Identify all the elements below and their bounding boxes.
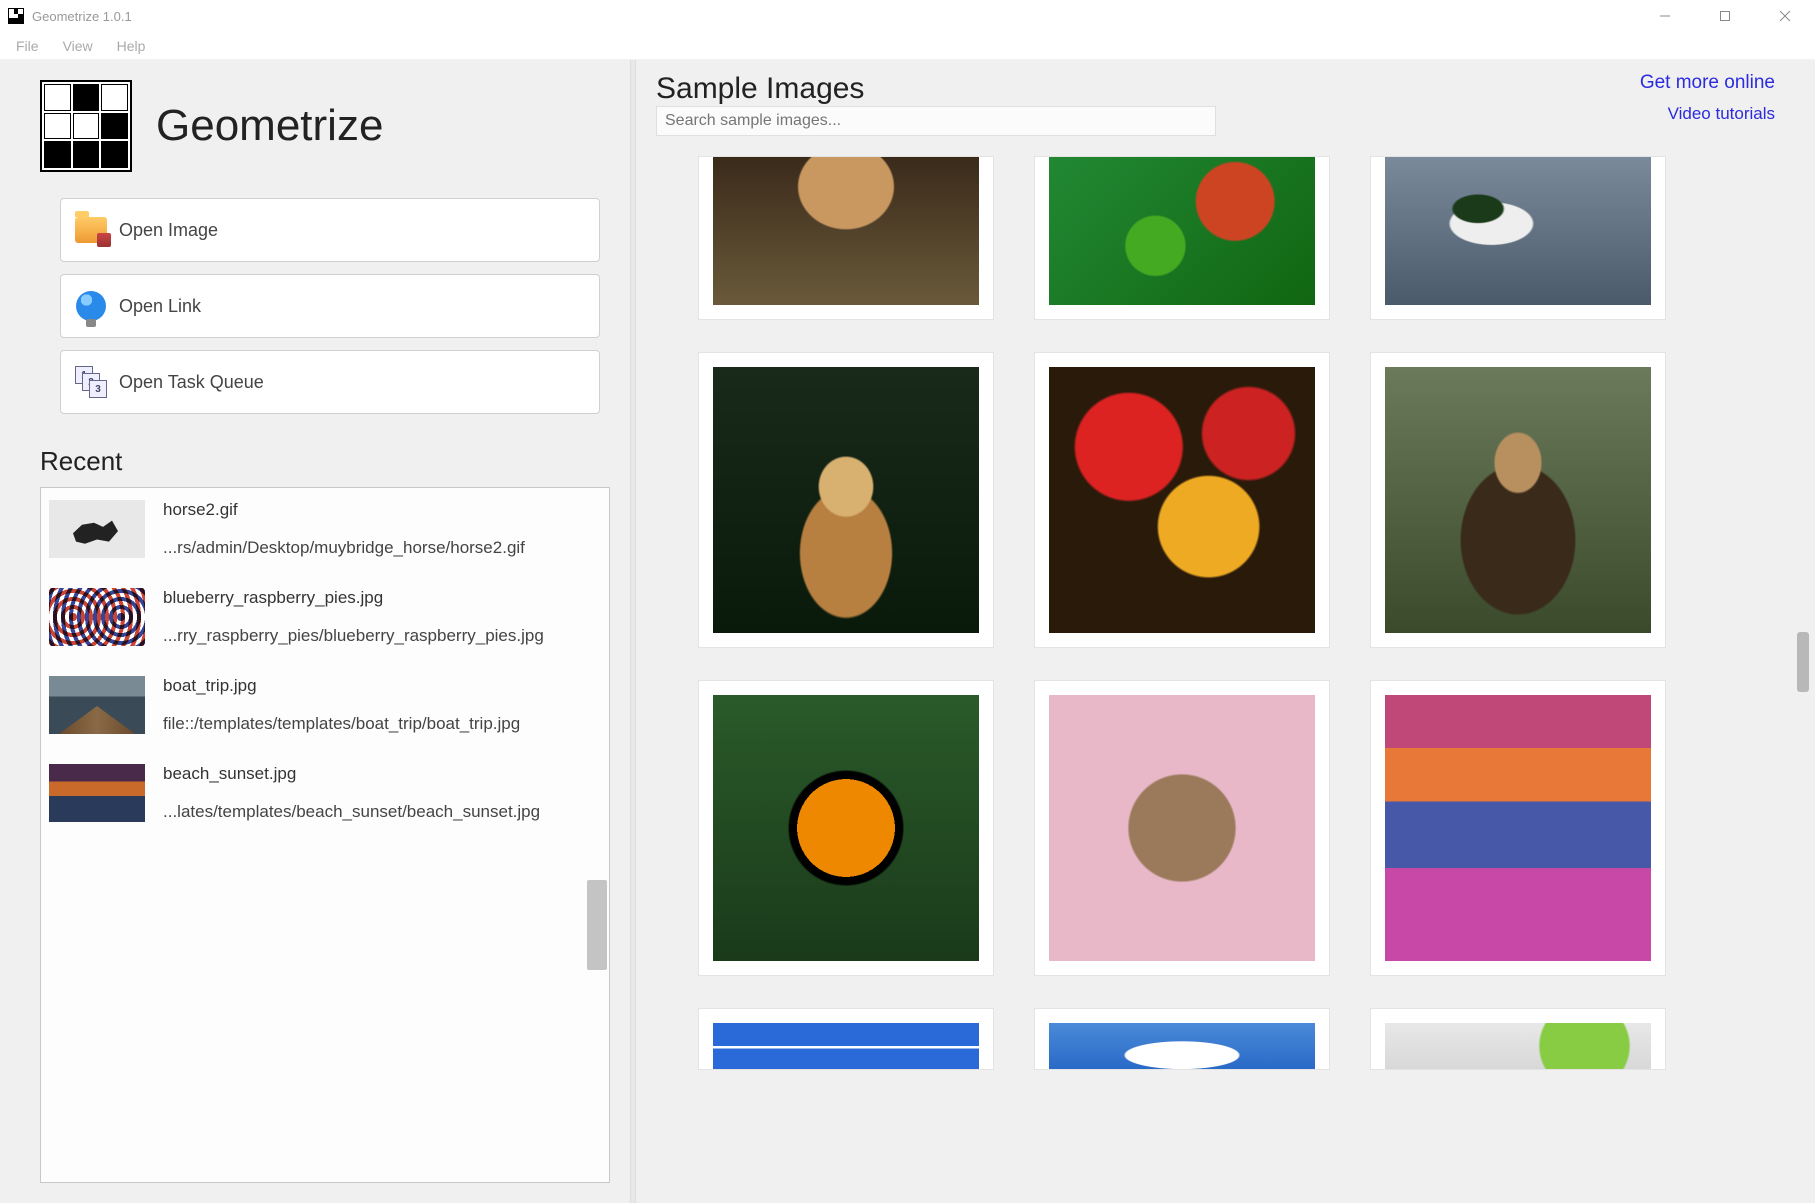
sample-thumbnail — [1385, 157, 1651, 305]
recent-item-name: boat_trip.jpg — [163, 676, 601, 696]
minimize-button[interactable] — [1635, 0, 1695, 32]
sample-thumbnail — [713, 1023, 979, 1069]
open-image-button[interactable]: Open Image — [60, 198, 600, 262]
recent-item[interactable]: blueberry_raspberry_pies.jpg ...rry_rasp… — [49, 588, 601, 646]
recent-item-path: ...rs/admin/Desktop/muybridge_horse/hors… — [163, 538, 601, 558]
menu-file[interactable]: File — [6, 34, 49, 58]
globe-icon — [73, 288, 109, 324]
sample-item[interactable] — [1034, 1008, 1330, 1070]
recent-item[interactable]: beach_sunset.jpg ...lates/templates/beac… — [49, 764, 601, 822]
sample-item[interactable] — [698, 156, 994, 320]
sample-thumbnail — [1049, 695, 1315, 961]
recent-item-name: blueberry_raspberry_pies.jpg — [163, 588, 601, 608]
recent-item-path: ...lates/templates/beach_sunset/beach_su… — [163, 802, 601, 822]
sample-item[interactable] — [1034, 156, 1330, 320]
menu-help[interactable]: Help — [107, 34, 156, 58]
queue-icon: 123 — [73, 364, 109, 400]
sample-item[interactable] — [1034, 680, 1330, 976]
open-link-button[interactable]: Open Link — [60, 274, 600, 338]
brand-logo-icon — [40, 80, 132, 172]
recent-item-path: file::/templates/templates/boat_trip/boa… — [163, 714, 601, 734]
sample-item[interactable] — [1034, 352, 1330, 648]
brand: Geometrize — [40, 80, 610, 172]
recent-item[interactable]: horse2.gif ...rs/admin/Desktop/muybridge… — [49, 500, 601, 558]
sample-item[interactable] — [1370, 1008, 1666, 1070]
sample-thumbnail — [1385, 695, 1651, 961]
sample-item[interactable] — [698, 352, 994, 648]
recent-thumbnail — [49, 764, 145, 822]
open-task-queue-label: Open Task Queue — [119, 372, 264, 393]
right-panel: Sample Images Get more online Video tuto… — [636, 60, 1815, 1203]
recent-scrollbar[interactable] — [587, 880, 607, 970]
samples-header: Sample Images — [656, 72, 1216, 106]
recent-item[interactable]: boat_trip.jpg file::/templates/templates… — [49, 676, 601, 734]
recent-thumbnail — [49, 500, 145, 558]
recent-list[interactable]: horse2.gif ...rs/admin/Desktop/muybridge… — [40, 487, 610, 1183]
sample-item[interactable] — [698, 680, 994, 976]
recent-item-path: ...rry_raspberry_pies/blueberry_raspberr… — [163, 626, 601, 646]
menubar: File View Help — [0, 32, 1815, 60]
sample-item[interactable] — [1370, 680, 1666, 976]
left-panel: Geometrize Open Image Open Link 123 Open… — [0, 60, 630, 1203]
sample-item[interactable] — [1370, 156, 1666, 320]
recent-header: Recent — [40, 446, 610, 477]
titlebar: Geometrize 1.0.1 — [0, 0, 1815, 32]
sample-thumbnail — [1049, 157, 1315, 305]
get-more-online-link[interactable]: Get more online — [1640, 72, 1775, 94]
sample-item[interactable] — [1370, 352, 1666, 648]
sample-thumbnail — [1385, 1023, 1651, 1069]
sample-thumbnail — [713, 157, 979, 305]
close-button[interactable] — [1755, 0, 1815, 32]
sample-thumbnail — [1049, 1023, 1315, 1069]
recent-thumbnail — [49, 588, 145, 646]
sample-item[interactable] — [698, 1008, 994, 1070]
recent-thumbnail — [49, 676, 145, 734]
window-title: Geometrize 1.0.1 — [32, 9, 1635, 24]
search-samples-input[interactable] — [656, 106, 1216, 136]
sample-thumbnail — [713, 367, 979, 633]
sample-thumbnail — [713, 695, 979, 961]
folder-icon — [73, 212, 109, 248]
open-task-queue-button[interactable]: 123 Open Task Queue — [60, 350, 600, 414]
open-link-label: Open Link — [119, 296, 201, 317]
samples-grid — [656, 152, 1775, 1070]
recent-item-name: horse2.gif — [163, 500, 601, 520]
open-image-label: Open Image — [119, 220, 218, 241]
samples-scrollbar[interactable] — [1797, 632, 1809, 692]
video-tutorials-link[interactable]: Video tutorials — [1668, 104, 1775, 124]
app-icon — [8, 8, 24, 24]
menu-view[interactable]: View — [53, 34, 103, 58]
brand-name: Geometrize — [156, 101, 383, 151]
recent-item-name: beach_sunset.jpg — [163, 764, 601, 784]
sample-thumbnail — [1385, 367, 1651, 633]
maximize-button[interactable] — [1695, 0, 1755, 32]
sample-thumbnail — [1049, 367, 1315, 633]
